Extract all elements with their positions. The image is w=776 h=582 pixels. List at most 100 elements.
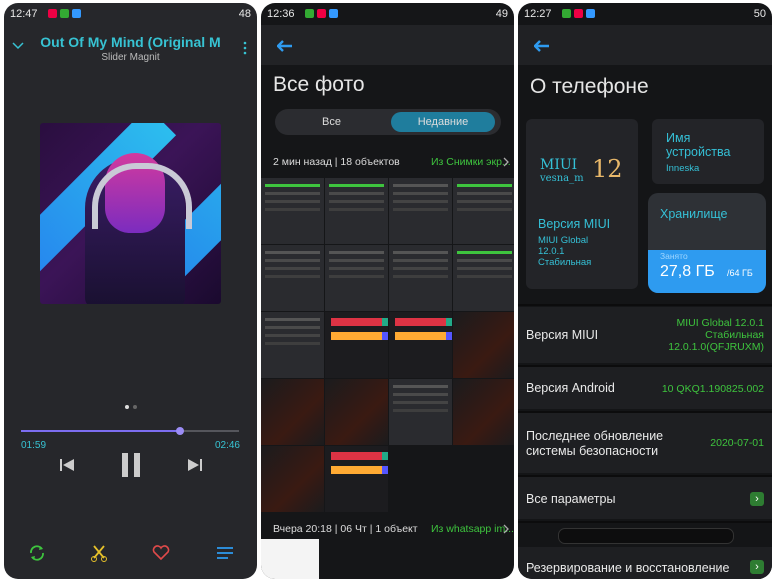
music-player-screen: 12:47 48 Out Of My Mind (Original M Slid… bbox=[4, 3, 257, 579]
photo-thumbnail[interactable] bbox=[325, 446, 388, 512]
row-miui-version[interactable]: Версия MIUI MIUI Global 12.0.1 Стабильна… bbox=[518, 307, 772, 363]
miui-card-line2: 12.0.1 bbox=[538, 246, 565, 257]
divider bbox=[518, 304, 772, 306]
miui-logo-number: 12 bbox=[592, 155, 623, 183]
pause-icon[interactable] bbox=[120, 452, 142, 478]
track-title: Out Of My Mind (Original M bbox=[40, 34, 221, 50]
storage-label: Хранилище bbox=[660, 207, 728, 221]
photo-thumbnail[interactable] bbox=[389, 245, 452, 311]
photo-thumbnail[interactable] bbox=[261, 379, 324, 445]
device-name-card[interactable]: Имя устройства Inneska bbox=[652, 119, 764, 184]
miui-version-card[interactable]: MIUI vesna_m 12 Версия MIUI MIUI Global … bbox=[526, 119, 638, 289]
miui-logo-text: MIUI bbox=[540, 157, 578, 173]
row-security-update[interactable]: Последнее обновление системы безопасност… bbox=[518, 413, 772, 473]
top-bar bbox=[261, 25, 514, 65]
row-value: 2020-07-01 bbox=[710, 437, 764, 449]
device-name-label: Имя устройства bbox=[666, 131, 731, 159]
miui-card-label: Версия MIUI bbox=[538, 217, 611, 231]
notification-icons bbox=[305, 9, 338, 18]
miui-logo-sub: vesna_m bbox=[540, 173, 584, 184]
photo-grid bbox=[261, 178, 514, 512]
group-header-label: Вчера 20:18 | 06 Чт | 1 объект bbox=[273, 523, 418, 535]
photo-thumbnail[interactable] bbox=[261, 446, 324, 512]
heart-icon[interactable] bbox=[152, 545, 170, 561]
previous-icon[interactable] bbox=[59, 457, 75, 473]
photo-thumbnail[interactable] bbox=[453, 178, 514, 244]
duration-time: 02:46 bbox=[214, 440, 240, 451]
miui-card-line3: Стабильная bbox=[538, 257, 592, 268]
repeat-icon[interactable] bbox=[28, 544, 46, 562]
notification-icons bbox=[48, 9, 81, 18]
photo-thumbnail[interactable] bbox=[389, 312, 452, 378]
group-header-label: 2 мин назад | 18 объектов bbox=[273, 156, 400, 168]
gallery-screen: 12:36 49 Все фото Все Недавние 2 мин наз… bbox=[261, 3, 514, 579]
row-android-version[interactable]: Версия Android 10 QKQ1.190825.002 bbox=[518, 367, 772, 409]
album-art bbox=[40, 123, 221, 304]
seek-thumb[interactable] bbox=[176, 427, 185, 435]
chevron-right-icon[interactable]: › bbox=[750, 492, 764, 506]
seek-bar[interactable] bbox=[21, 430, 239, 432]
storage-used-label: Занято bbox=[660, 251, 688, 261]
top-bar bbox=[518, 25, 772, 65]
group-source-link[interactable]: Из whatsapp im... bbox=[431, 523, 514, 535]
more-icon[interactable] bbox=[242, 41, 248, 55]
photo-thumbnail[interactable] bbox=[261, 178, 324, 244]
storage-total-value: /64 ГБ bbox=[727, 268, 753, 278]
chevron-right-icon[interactable] bbox=[503, 524, 509, 534]
row-label: Последнее обновление системы безопасност… bbox=[526, 429, 664, 458]
status-bar: 12:47 48 bbox=[4, 3, 257, 25]
tab-recent[interactable]: Недавние bbox=[391, 112, 495, 132]
row-label: Все параметры bbox=[526, 492, 616, 506]
next-icon[interactable] bbox=[187, 457, 203, 473]
row-label: Резервирование и восстановление bbox=[526, 561, 730, 575]
status-battery: 49 bbox=[495, 8, 508, 20]
photo-thumbnail[interactable] bbox=[261, 312, 324, 378]
tab-all[interactable]: Все bbox=[275, 109, 388, 135]
storage-used-value: 27,8 ГБ bbox=[660, 263, 715, 280]
photo-thumbnail[interactable] bbox=[325, 312, 388, 378]
status-time: 12:47 bbox=[10, 8, 38, 20]
page-title: О телефоне bbox=[530, 75, 649, 98]
page-title: Все фото bbox=[273, 73, 365, 96]
page-indicator bbox=[125, 405, 137, 409]
back-arrow-icon[interactable] bbox=[534, 40, 550, 52]
status-time: 12:27 bbox=[524, 8, 552, 20]
status-bar: 12:36 49 bbox=[261, 3, 514, 25]
photo-thumbnail[interactable] bbox=[325, 178, 388, 244]
photo-thumbnail[interactable] bbox=[325, 379, 388, 445]
chevron-right-icon[interactable]: › bbox=[750, 560, 764, 574]
miui-card-line1: MIUI Global bbox=[538, 235, 589, 246]
photo-thumbnail[interactable] bbox=[261, 539, 319, 579]
back-arrow-icon[interactable] bbox=[277, 40, 293, 52]
elapsed-time: 01:59 bbox=[21, 440, 47, 451]
device-name-value: Inneska bbox=[666, 163, 700, 174]
track-artist: Slider Magnit bbox=[101, 52, 160, 63]
decorative-bar bbox=[558, 528, 734, 544]
about-phone-screen: 12:27 50 О телефоне MIUI vesna_m 12 Верс… bbox=[518, 3, 772, 579]
playlist-icon[interactable] bbox=[216, 546, 234, 560]
photo-thumbnail[interactable] bbox=[453, 312, 514, 378]
group-source-link[interactable]: Из Снимки экр... bbox=[431, 156, 511, 168]
status-time: 12:36 bbox=[267, 8, 295, 20]
photo-thumbnail[interactable] bbox=[261, 245, 324, 311]
status-bar: 12:27 50 bbox=[518, 3, 772, 25]
cut-icon[interactable] bbox=[90, 544, 108, 562]
photo-thumbnail[interactable] bbox=[389, 178, 452, 244]
status-battery: 50 bbox=[753, 8, 766, 20]
row-label: Версия Android bbox=[526, 381, 615, 395]
chevron-right-icon[interactable] bbox=[503, 157, 509, 167]
row-value: MIUI Global 12.0.1 Стабильная 12.0.1.0(Q… bbox=[668, 317, 764, 353]
photo-thumbnail[interactable] bbox=[453, 245, 514, 311]
tab-switcher: Все Недавние bbox=[275, 109, 501, 135]
photo-thumbnail[interactable] bbox=[389, 379, 452, 445]
row-all-specs[interactable]: Все параметры › bbox=[518, 477, 772, 519]
row-value: 10 QKQ1.190825.002 bbox=[661, 383, 764, 395]
photo-thumbnail[interactable] bbox=[325, 245, 388, 311]
divider bbox=[518, 521, 772, 523]
notification-icons bbox=[562, 9, 595, 18]
storage-card[interactable]: Хранилище Занято 27,8 ГБ /64 ГБ bbox=[648, 193, 766, 293]
status-battery: 48 bbox=[238, 8, 251, 20]
row-label: Версия MIUI bbox=[526, 328, 599, 342]
row-backup-restore[interactable]: Резервирование и восстановление › bbox=[518, 547, 772, 579]
photo-thumbnail[interactable] bbox=[453, 379, 514, 445]
